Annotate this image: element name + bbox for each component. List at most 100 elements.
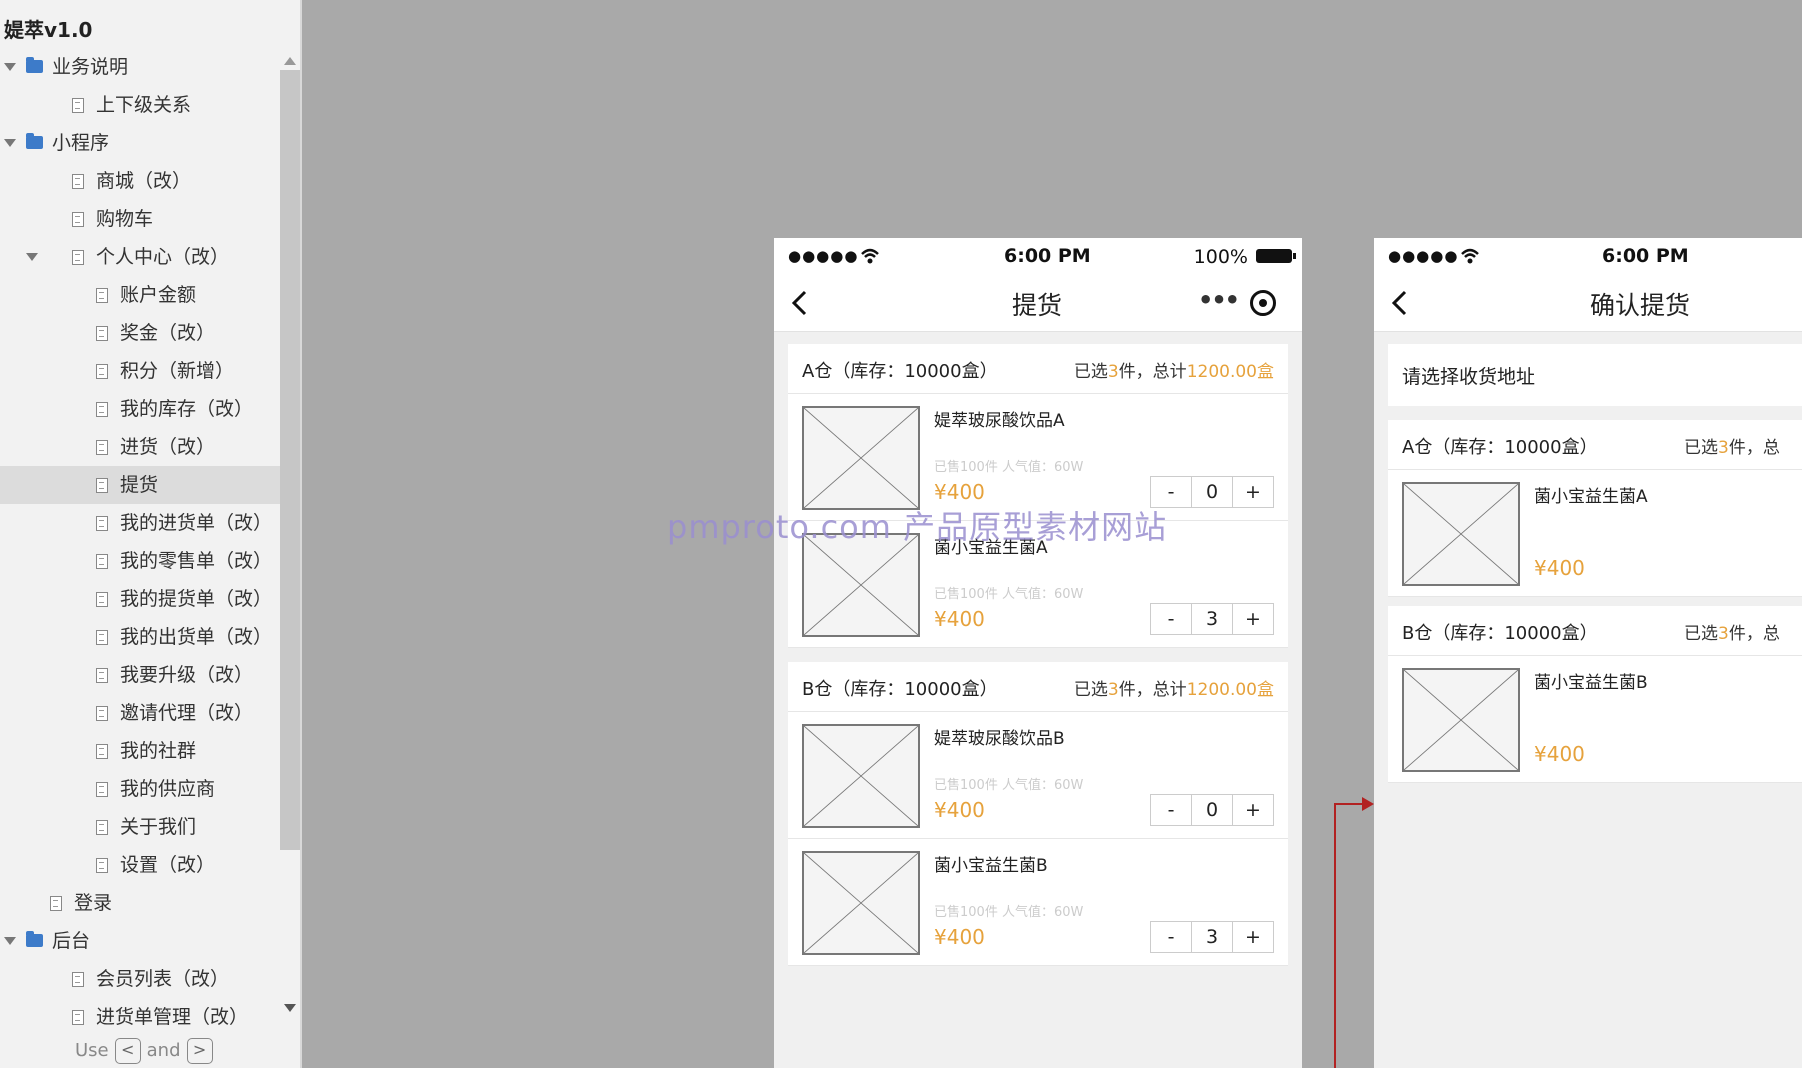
sitemap-sidebar: 媞萃v1.0 业务说明上下级关系小程序商城（改） 购物车个人中心（改） 账户金额奖金…	[0, 0, 302, 1068]
quantity-stepper: - 3 +	[1150, 921, 1274, 953]
expand-arrow-icon[interactable]	[4, 139, 16, 147]
sidebar-item-label: 奖金（改）	[120, 322, 216, 344]
status-bar: ●●●●● 6:00 PM	[1374, 238, 1802, 274]
watermark: pmproto.com 产品原型素材网站	[667, 508, 1168, 546]
expand-arrow-icon[interactable]	[4, 63, 16, 71]
battery-icon	[1256, 249, 1296, 263]
sidebar-item[interactable]: 我的提货单（改）	[0, 580, 280, 618]
sidebar-scrollbar[interactable]	[280, 70, 300, 850]
page-icon	[72, 212, 84, 227]
increment-button[interactable]: +	[1233, 922, 1273, 952]
sidebar-item[interactable]: 进货（改）	[0, 428, 280, 466]
product-name: 菌小宝益生菌B	[934, 856, 1048, 876]
sidebar-item[interactable]: 小程序	[0, 124, 280, 162]
sidebar-item[interactable]: 邀请代理（改）	[0, 694, 280, 732]
decrement-button[interactable]: -	[1151, 922, 1191, 952]
close-capsule-icon[interactable]	[1250, 290, 1276, 316]
product-price: ¥400	[934, 480, 985, 504]
back-arrow-icon[interactable]	[1390, 290, 1410, 316]
sidebar-item[interactable]: 我的零售单（改）	[0, 542, 280, 580]
decrement-button[interactable]: -	[1151, 795, 1191, 825]
page-icon	[96, 554, 108, 569]
sidebar-item-label: 我的进货单（改）	[120, 512, 273, 534]
increment-button[interactable]: +	[1233, 604, 1273, 634]
product-meta: 已售100件 人气值：60W	[934, 778, 1084, 793]
address-prompt: 请选择收货地址	[1402, 366, 1536, 388]
sidebar-item[interactable]: 商城（改）	[0, 162, 280, 200]
warehouse-section-a: A仓（库存：10000盒） 已选3件，总计1200.00盒 媞萃玻尿酸饮品A 已…	[788, 344, 1288, 648]
warehouse-header: A仓（库存：10000盒） 已选3件，总计1200.00盒	[788, 344, 1288, 394]
page-icon	[96, 326, 108, 341]
flow-connector-line	[1334, 803, 1336, 1068]
expand-arrow-icon[interactable]	[26, 253, 38, 261]
sidebar-item-label: 我的零售单（改）	[120, 550, 273, 572]
sidebar-item[interactable]: 我要升级（改）	[0, 656, 280, 694]
page-icon	[96, 706, 108, 721]
decrement-button[interactable]: -	[1151, 604, 1191, 634]
selection-summary: 已选3件，总计1200.00盒	[1073, 362, 1274, 382]
sidebar-item[interactable]: 登录	[0, 884, 280, 922]
quantity-stepper: - 3 +	[1150, 603, 1274, 635]
sidebar-item[interactable]: 我的社群	[0, 732, 280, 770]
quantity-value[interactable]: 0	[1191, 477, 1233, 507]
battery-percent: 100%	[1193, 246, 1248, 268]
warehouse-header: B仓（库存：10000盒） 已选3件，总	[1388, 606, 1802, 656]
page-icon	[96, 782, 108, 797]
sidebar-item[interactable]: 账户金额	[0, 276, 280, 314]
sidebar-item-label: 进货（改）	[120, 436, 216, 458]
product-meta: 已售100件 人气值：60W	[934, 460, 1084, 475]
sidebar-item-label: 提货	[120, 474, 159, 496]
sidebar-item[interactable]: 购物车	[0, 200, 280, 238]
page-icon	[96, 858, 108, 873]
page-tree: 业务说明上下级关系小程序商城（改） 购物车个人中心（改） 账户金额奖金（改） 积分（新…	[0, 48, 280, 1036]
scroll-down-arrow-icon[interactable]	[284, 1004, 296, 1012]
product-meta: 已售100件 人气值：60W	[934, 905, 1084, 920]
sidebar-item[interactable]: 积分（新增）	[0, 352, 280, 390]
sidebar-item[interactable]: 后台	[0, 922, 280, 960]
sidebar-item-label: 账户金额	[120, 284, 197, 306]
quantity-value[interactable]: 3	[1191, 922, 1233, 952]
sidebar-item[interactable]: 我的库存（改）	[0, 390, 280, 428]
sidebar-item-label: 个人中心（改）	[96, 246, 230, 268]
sidebar-item[interactable]: 关于我们	[0, 808, 280, 846]
quantity-stepper: - 0 +	[1150, 794, 1274, 826]
product-image-placeholder	[1402, 668, 1520, 772]
expand-arrow-icon[interactable]	[4, 937, 16, 945]
back-arrow-icon[interactable]	[790, 290, 810, 316]
sidebar-item[interactable]: 会员列表（改）	[0, 960, 280, 998]
quantity-value[interactable]: 0	[1191, 795, 1233, 825]
project-title: 媞萃v1.0	[4, 18, 93, 42]
quantity-value[interactable]: 3	[1191, 604, 1233, 634]
sidebar-item[interactable]: 上下级关系	[0, 86, 280, 124]
increment-button[interactable]: +	[1233, 795, 1273, 825]
sidebar-item-label: 设置（改）	[120, 854, 216, 876]
sidebar-item[interactable]: 业务说明	[0, 48, 280, 86]
sidebar-item-label: 上下级关系	[96, 94, 192, 116]
product-name: 菌小宝益生菌B	[1534, 673, 1648, 693]
sidebar-item-label: 关于我们	[120, 816, 197, 838]
more-icon[interactable]: •••	[1198, 286, 1240, 314]
sidebar-item-label: 邀请代理（改）	[120, 702, 254, 724]
page-icon	[96, 364, 108, 379]
selection-summary: 已选3件，总	[1684, 438, 1780, 458]
sidebar-item[interactable]: 我的供应商	[0, 770, 280, 808]
sidebar-item[interactable]: 我的进货单（改）	[0, 504, 280, 542]
product-image-placeholder	[802, 406, 920, 510]
product-meta: 已售100件 人气值：60W	[934, 587, 1084, 602]
sidebar-item[interactable]: 设置（改）	[0, 846, 280, 884]
signal-dots-icon: ●●●●●	[1388, 247, 1459, 265]
scroll-up-arrow-icon[interactable]	[284, 57, 296, 65]
increment-button[interactable]: +	[1233, 477, 1273, 507]
sidebar-item[interactable]: 我的出货单（改）	[0, 618, 280, 656]
address-selector[interactable]: 请选择收货地址	[1388, 344, 1802, 406]
warehouse-header: B仓（库存：10000盒） 已选3件，总计1200.00盒	[788, 662, 1288, 712]
sidebar-item[interactable]: 个人中心（改）	[0, 238, 280, 276]
page-icon	[96, 630, 108, 645]
sidebar-item[interactable]: 奖金（改）	[0, 314, 280, 352]
warehouse-label: A仓（库存：10000盒）	[802, 361, 998, 382]
product-item: 菌小宝益生菌B 已售100件 人气值：60W ¥400 - 3 +	[788, 839, 1288, 966]
sidebar-item-label: 商城（改）	[96, 170, 192, 192]
sidebar-item[interactable]: 进货单管理（改）	[0, 998, 280, 1036]
sidebar-item[interactable]: 提货	[0, 466, 280, 504]
nav-bar: 提货 •••	[774, 274, 1302, 332]
